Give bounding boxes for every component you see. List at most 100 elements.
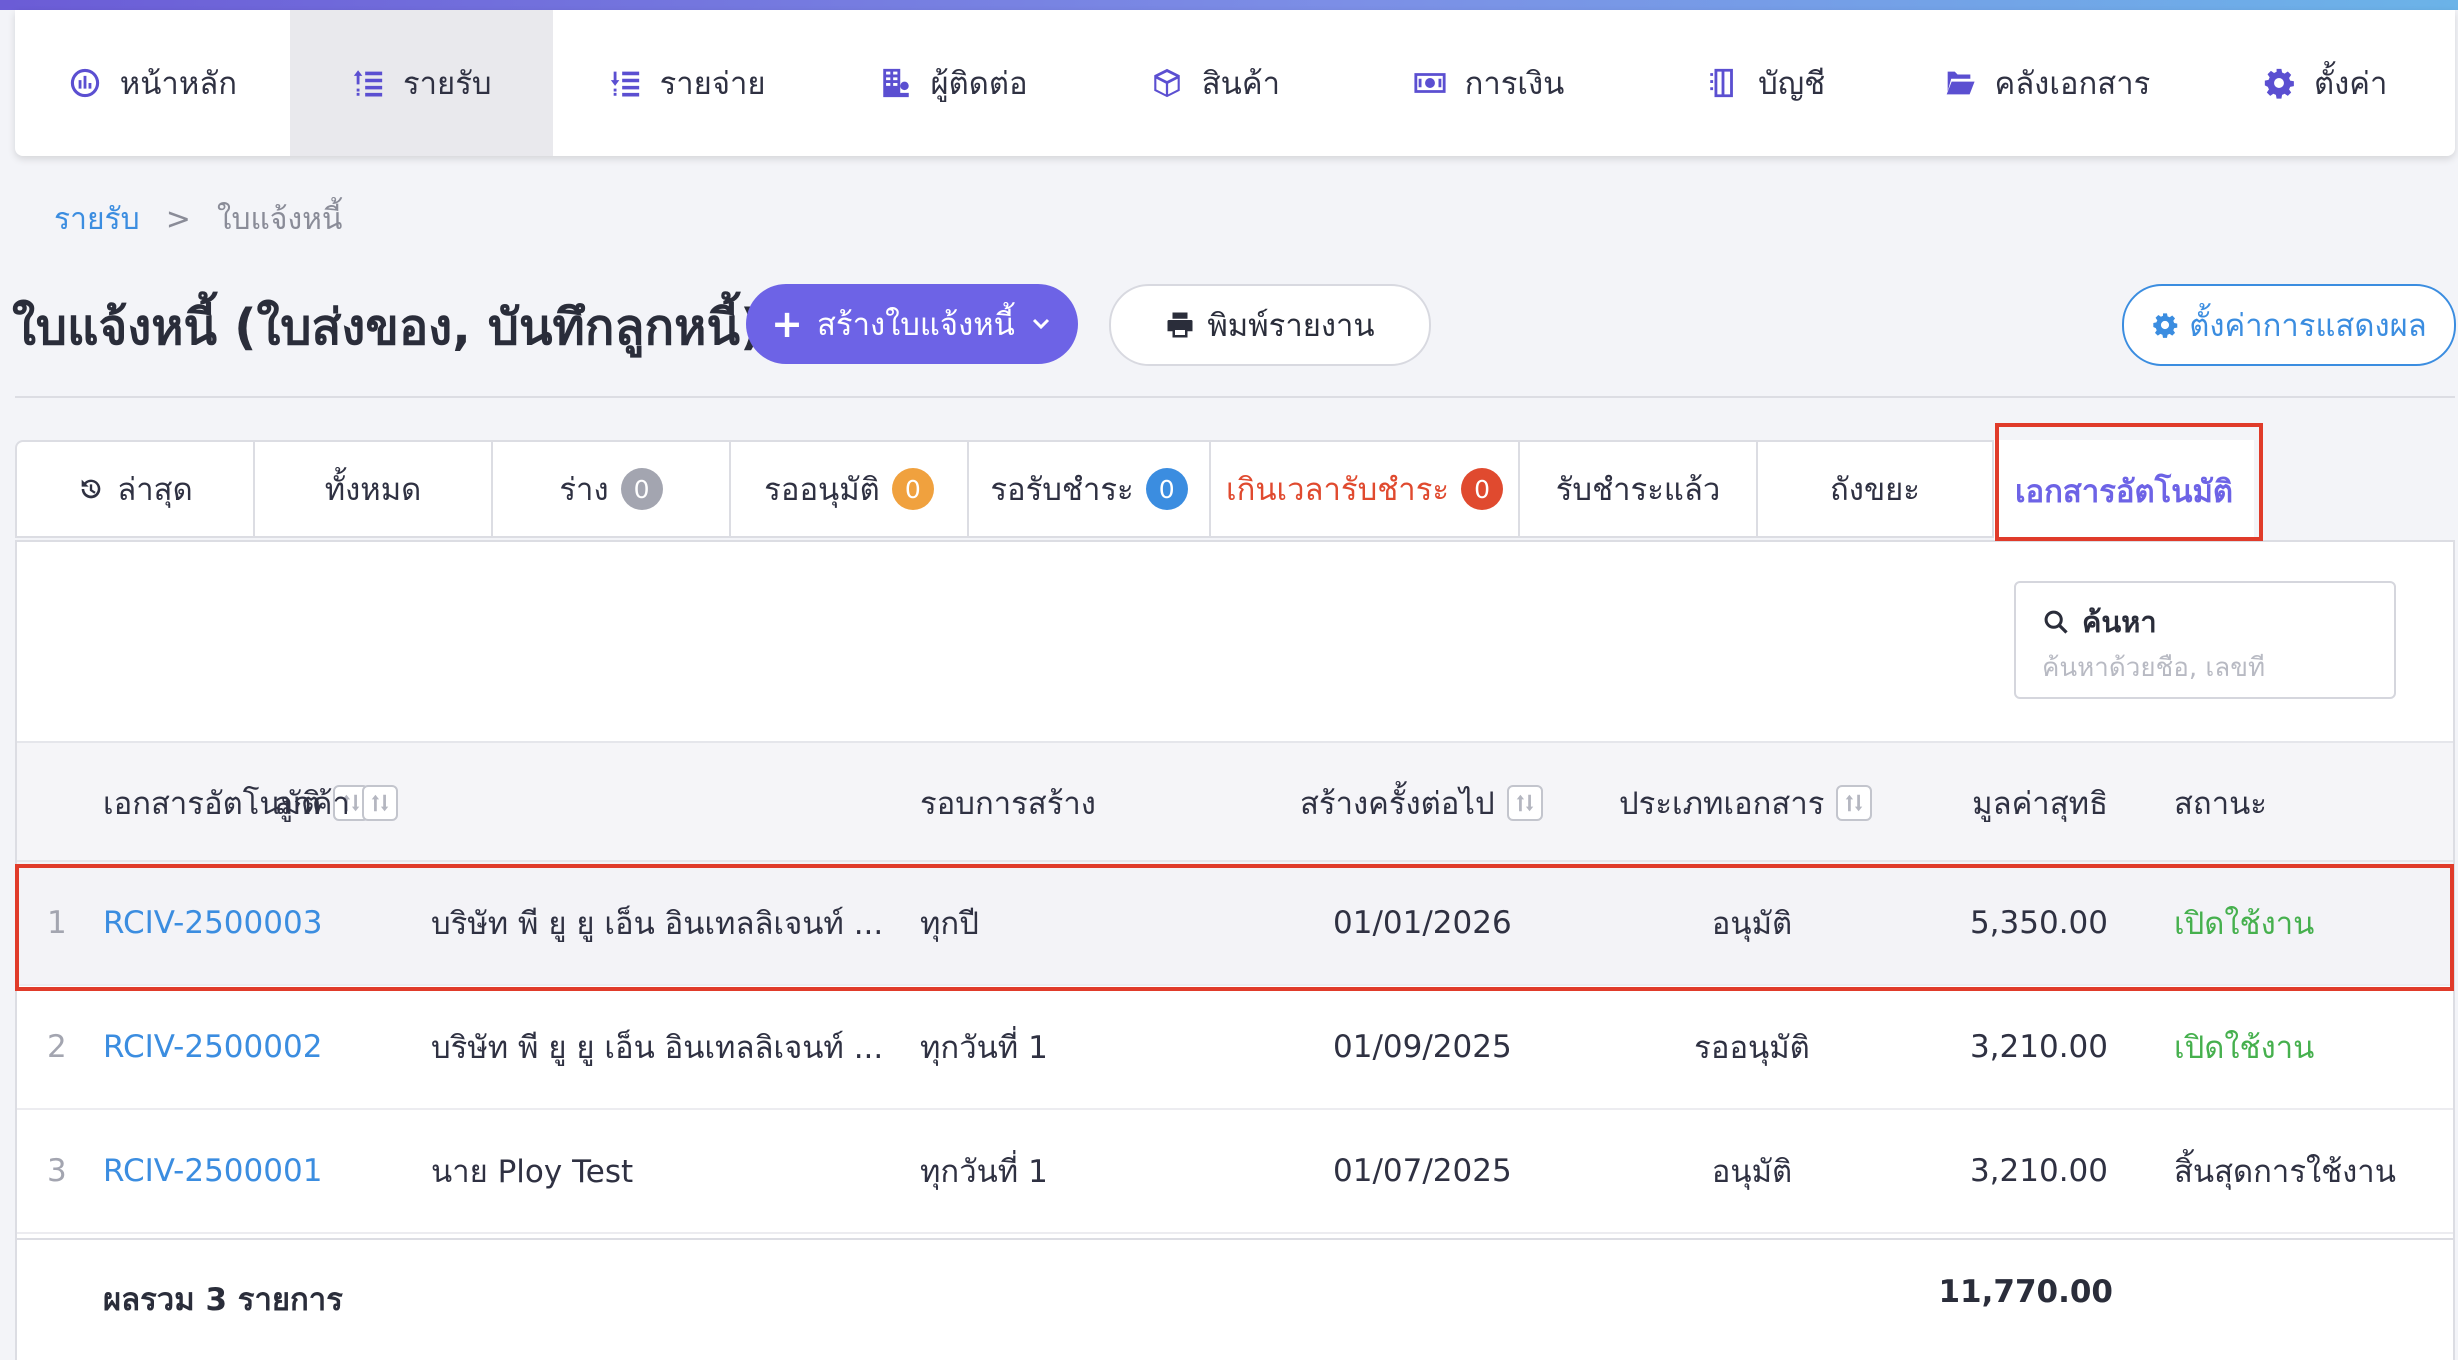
count-badge: 0 — [1145, 468, 1188, 510]
tab-awaiting-payment[interactable]: รอรับชำระ 0 — [967, 440, 1209, 538]
nav-item-home[interactable]: หน้าหลัก — [15, 10, 290, 156]
sort-icon — [371, 794, 389, 811]
column-header-customer: ลูกค้า — [274, 743, 398, 862]
column-header-status: สถานะ — [2174, 743, 2267, 862]
tab-label: รับชำระแล้ว — [1555, 472, 1721, 508]
chevron-down-icon — [1032, 318, 1049, 330]
document-number-link[interactable]: RCIV-2500001 — [103, 1110, 322, 1232]
tab-recurring-documents[interactable]: เอกสารอัตโนมัติ — [1994, 440, 2254, 542]
header-divider — [15, 396, 2455, 398]
row-number: 1 — [47, 905, 67, 941]
box-icon — [1153, 68, 1180, 98]
nav-item-label: สินค้า — [1201, 66, 1280, 102]
dashboard-icon — [70, 68, 99, 98]
tab-latest[interactable]: ล่าสุด — [15, 440, 253, 538]
column-header-cycle: รอบการสร้าง — [920, 743, 1096, 862]
print-report-button[interactable]: พิมพ์รายงาน — [1109, 284, 1431, 366]
status-text: เปิดใช้งาน — [2174, 906, 2315, 942]
tab-label: รอรับชำระ — [990, 472, 1134, 508]
table-row[interactable]: 1 RCIV-2500003 บริษัท พี ยู ยู เอ็น อินเ… — [17, 862, 2453, 986]
status-text: สิ้นสุดการใช้งาน — [2174, 1154, 2396, 1190]
search-label: ค้นหา — [2042, 599, 2368, 645]
tab-pending-approval[interactable]: รออนุมัติ 0 — [729, 440, 967, 538]
nav-item-label: บัญชี — [1758, 66, 1826, 102]
nav-item-settings[interactable]: ตั้งค่า — [2194, 10, 2455, 156]
row-number: 3 — [47, 1153, 67, 1189]
next-created-date: 01/07/2025 — [1333, 1153, 1512, 1189]
income-icon — [353, 70, 383, 97]
status-text: เปิดใช้งาน — [2174, 1030, 2315, 1066]
net-amount: 5,350.00 — [1969, 905, 2108, 941]
count-badge: 0 — [1461, 468, 1504, 510]
count-badge: 0 — [620, 468, 663, 510]
document-type: รออนุมัติ — [1694, 1030, 1810, 1066]
table-row[interactable]: 3 RCIV-2500001 นาย Ploy Test ทุกวันที่ 1… — [17, 1110, 2453, 1234]
column-header-doc-type: ประเภทเอกสาร — [1619, 743, 1873, 862]
nav-item-label: ผู้ติดต่อ — [930, 66, 1028, 102]
expense-icon — [610, 71, 639, 97]
nav-item-label: ตั้งค่า — [2314, 66, 2388, 102]
document-type: อนุมัติ — [1711, 1154, 1793, 1190]
history-icon — [81, 479, 101, 499]
column-header-net-amount: มูลค่าสุทธิ — [1972, 743, 2108, 862]
total-label: ผลรวม 3 รายการ — [103, 1282, 343, 1318]
status-tabs: ล่าสุด ทั้งหมด ร่าง 0 รออนุมัติ 0 รอรับช… — [15, 440, 2254, 542]
nav-item-contacts[interactable]: ผู้ติดต่อ — [820, 10, 1085, 156]
tab-label: เกินเวลารับชำระ — [1225, 472, 1450, 508]
sort-button[interactable] — [1506, 784, 1543, 821]
nav-item-label: การเงิน — [1464, 66, 1565, 102]
document-number-link[interactable]: RCIV-2500002 — [103, 986, 322, 1108]
printer-icon — [1167, 312, 1193, 338]
nav-item-documents[interactable]: คลังเอกสาร — [1898, 10, 2194, 156]
gear-icon — [2264, 68, 2294, 99]
total-value: 11,770.00 — [1938, 1274, 2113, 1310]
customer-name: บริษัท พี ยู ยู เอ็น อินเทลลิเจนท์ ... — [431, 906, 884, 942]
search-input[interactable] — [2042, 653, 2368, 683]
nav-item-label: รายรับ — [402, 66, 492, 102]
sort-icon — [1846, 794, 1863, 811]
nav-item-label: รายจ่าย — [659, 66, 766, 102]
nav-item-accounting[interactable]: บัญชี — [1633, 10, 1898, 156]
print-report-label: พิมพ์รายงาน — [1207, 308, 1375, 344]
customer-name: บริษัท พี ยู ยู เอ็น อินเทลลิเจนท์ ... — [431, 1030, 884, 1066]
document-number-link[interactable]: RCIV-2500003 — [103, 862, 322, 984]
create-invoice-button[interactable]: + สร้างใบแจ้งหนี้ — [746, 284, 1078, 364]
folder-icon — [1945, 71, 1976, 95]
search-box: ค้นหา — [2014, 581, 2396, 699]
nav-item-label: คลังเอกสาร — [1994, 66, 2151, 102]
display-settings-button[interactable]: ตั้งค่าการแสดงผล — [2122, 284, 2456, 366]
breadcrumb-current: ใบแจ้งหนี้ — [216, 202, 343, 237]
nav-item-expense[interactable]: รายจ่าย — [553, 10, 821, 156]
tab-label: ล่าสุด — [117, 472, 193, 508]
sort-icon — [1516, 794, 1533, 811]
next-created-date: 01/01/2026 — [1333, 905, 1512, 941]
column-header-label: สร้างครั้งต่อไป — [1300, 785, 1495, 822]
tab-label: รออนุมัติ — [764, 472, 880, 508]
create-invoice-label: สร้างใบแจ้งหนี้ — [817, 307, 1015, 343]
creation-cycle: ทุกวันที่ 1 — [920, 1154, 1048, 1190]
nav-item-finance[interactable]: การเงิน — [1344, 10, 1633, 156]
creation-cycle: ทุกวันที่ 1 — [920, 1030, 1048, 1066]
tab-trash[interactable]: ถังขยะ — [1756, 440, 1994, 538]
table-row[interactable]: 2 RCIV-2500002 บริษัท พี ยู ยู เอ็น อินเ… — [17, 986, 2453, 1110]
tab-paid[interactable]: รับชำระแล้ว — [1518, 440, 1756, 538]
table-footer-divider — [17, 1238, 2453, 1240]
creation-cycle: ทุกปี — [920, 906, 979, 942]
sort-button[interactable] — [361, 784, 398, 821]
document-type: อนุมัติ — [1711, 906, 1793, 942]
column-header-label: ลูกค้า — [274, 785, 350, 822]
column-header-label: รอบการสร้าง — [920, 785, 1096, 822]
tab-label: ร่าง — [559, 472, 609, 508]
breadcrumb-parent-link[interactable]: รายรับ — [54, 196, 140, 243]
sort-button[interactable] — [1836, 784, 1873, 821]
gear-icon — [2153, 313, 2178, 338]
customer-name: นาย Ploy Test — [431, 1154, 634, 1190]
tab-draft[interactable]: ร่าง 0 — [491, 440, 729, 538]
page-title: ใบแจ้งหนี้ (ใบส่งของ, บันทึกลูกหนี้) — [12, 299, 763, 356]
tab-overdue[interactable]: เกินเวลารับชำระ 0 — [1209, 440, 1518, 538]
tab-all[interactable]: ทั้งหมด — [253, 440, 491, 538]
nav-item-income[interactable]: รายรับ — [289, 10, 553, 156]
nav-item-products[interactable]: สินค้า — [1086, 10, 1344, 156]
count-badge: 0 — [891, 468, 934, 510]
column-header-label: ประเภทเอกสาร — [1619, 785, 1825, 822]
